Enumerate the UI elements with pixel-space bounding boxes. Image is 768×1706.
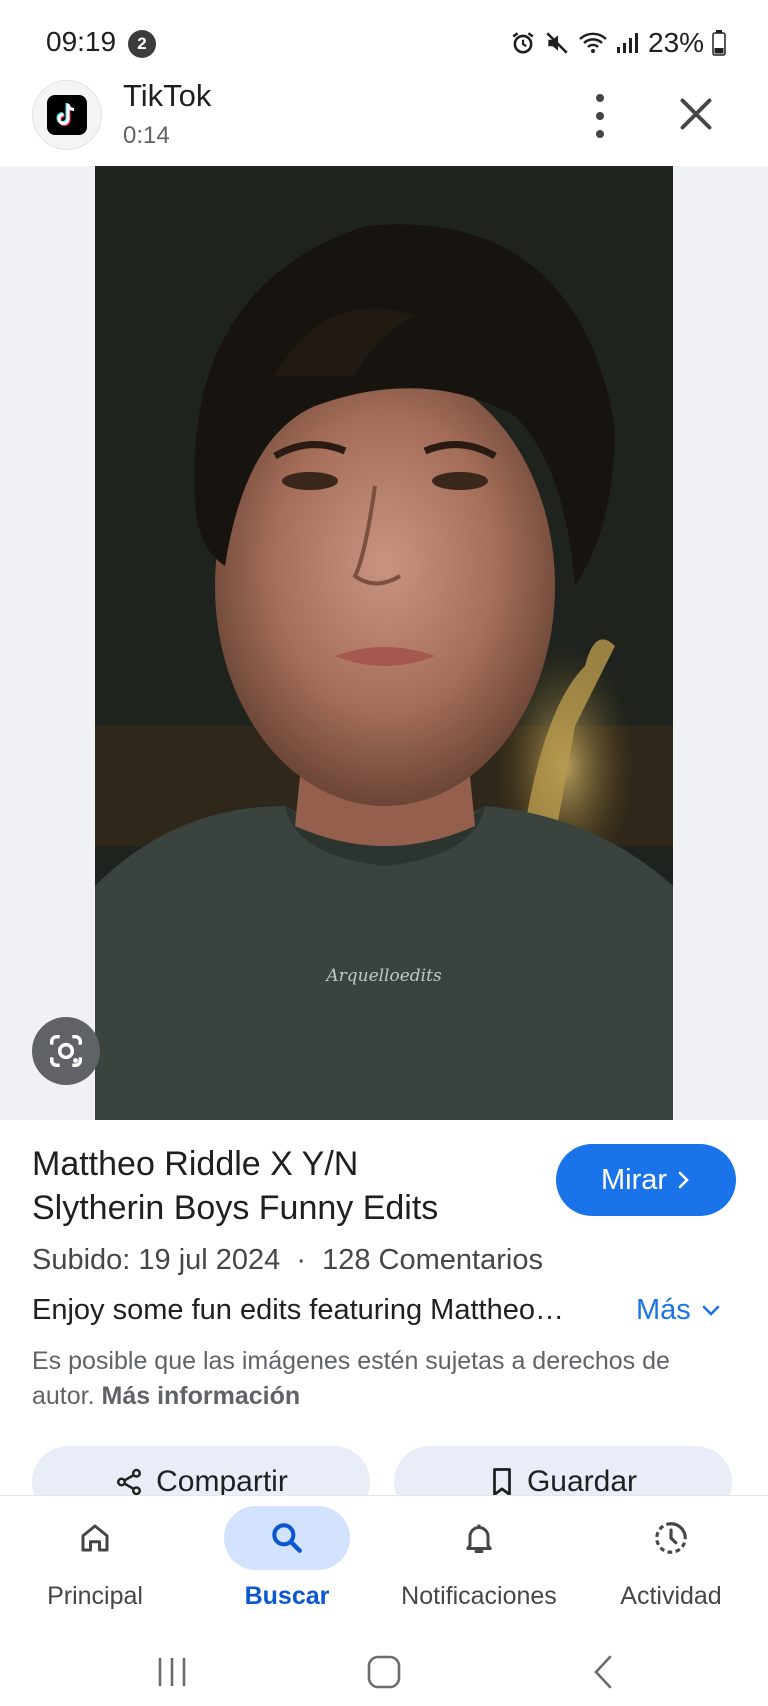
title-line-2: Slytherin Boys Funny Edits: [32, 1189, 439, 1227]
nav-icon-container: [224, 1506, 350, 1570]
source-title: TikTok: [123, 78, 212, 113]
nav-icon-container: [32, 1506, 158, 1570]
activity-icon: [655, 1522, 687, 1554]
nav-item-buscar[interactable]: Buscar: [192, 1506, 382, 1626]
nav-item-notificaciones[interactable]: Notificaciones: [384, 1506, 574, 1626]
nav-item-actividad[interactable]: Actividad: [576, 1506, 766, 1626]
mute-icon: [546, 32, 568, 54]
more-button[interactable]: Más: [636, 1294, 721, 1327]
share-icon: [117, 1468, 142, 1496]
chevron-right-icon: [678, 1171, 689, 1189]
more-dot-icon: [596, 94, 604, 102]
nav-icon-container: [608, 1506, 734, 1570]
comment-count: 128 Comentarios: [322, 1244, 543, 1276]
watch-button[interactable]: Mirar: [556, 1144, 736, 1216]
close-icon[interactable]: [678, 96, 714, 132]
lens-icon: [50, 1035, 82, 1067]
video-thumbnail[interactable]: Arquelloedits: [95, 166, 673, 1120]
more-options-button[interactable]: [584, 94, 616, 138]
video-duration: 0:14: [123, 122, 170, 149]
bell-icon: [466, 1524, 492, 1553]
nav-item-principal[interactable]: Principal: [0, 1506, 190, 1626]
nav-label: Principal: [47, 1582, 143, 1610]
status-icons: 23%: [510, 27, 726, 59]
nav-label: Notificaciones: [401, 1582, 557, 1610]
system-navigation-bar: [0, 1644, 768, 1706]
chevron-down-icon: [702, 1305, 720, 1316]
watch-button-label: Mirar: [600, 1163, 668, 1196]
upload-date: Subido: 19 jul 2024: [32, 1244, 281, 1276]
home-button-icon[interactable]: [366, 1654, 402, 1690]
nav-label: Buscar: [244, 1582, 330, 1610]
back-icon[interactable]: [588, 1654, 618, 1690]
wifi-icon: [579, 32, 607, 53]
app-icon: [32, 80, 102, 150]
battery-icon: [712, 30, 726, 56]
more-dot-icon: [596, 112, 604, 120]
lens-search-button[interactable]: [32, 1017, 100, 1085]
notification-count-badge: 2: [128, 30, 156, 58]
search-icon: [272, 1523, 302, 1553]
copyright-notice: Es posible que las imágenes estén sujeta…: [32, 1344, 732, 1414]
result-title: Mattheo Riddle X Y/N Slytherin Boys Funn…: [32, 1142, 532, 1230]
save-label: Guardar: [526, 1465, 638, 1498]
battery-percentage: 23%: [648, 27, 705, 58]
signal-icon: [617, 33, 638, 53]
nav-label: Actividad: [620, 1582, 722, 1610]
alarm-icon: [512, 32, 534, 54]
share-label: Compartir: [156, 1465, 288, 1498]
home-icon: [81, 1524, 109, 1552]
status-time: 09:19: [46, 26, 117, 57]
result-description: Enjoy some fun edits featuring Mattheo…: [32, 1294, 564, 1326]
bookmark-icon: [493, 1468, 511, 1496]
result-meta: Subido: 19 jul 2024 · 128 Comentarios: [32, 1244, 543, 1277]
nav-icon-container: [416, 1506, 542, 1570]
title-line-1: Mattheo Riddle X Y/N: [32, 1145, 359, 1183]
learn-more-link[interactable]: Más información: [102, 1382, 301, 1410]
more-dot-icon: [596, 130, 604, 138]
watermark-text: Arquelloedits: [326, 966, 442, 986]
tiktok-logo-icon: [47, 95, 87, 135]
recent-apps-icon[interactable]: [154, 1654, 190, 1690]
header: [0, 84, 768, 166]
more-label: Más: [636, 1294, 691, 1326]
meta-separator: ·: [296, 1244, 307, 1276]
